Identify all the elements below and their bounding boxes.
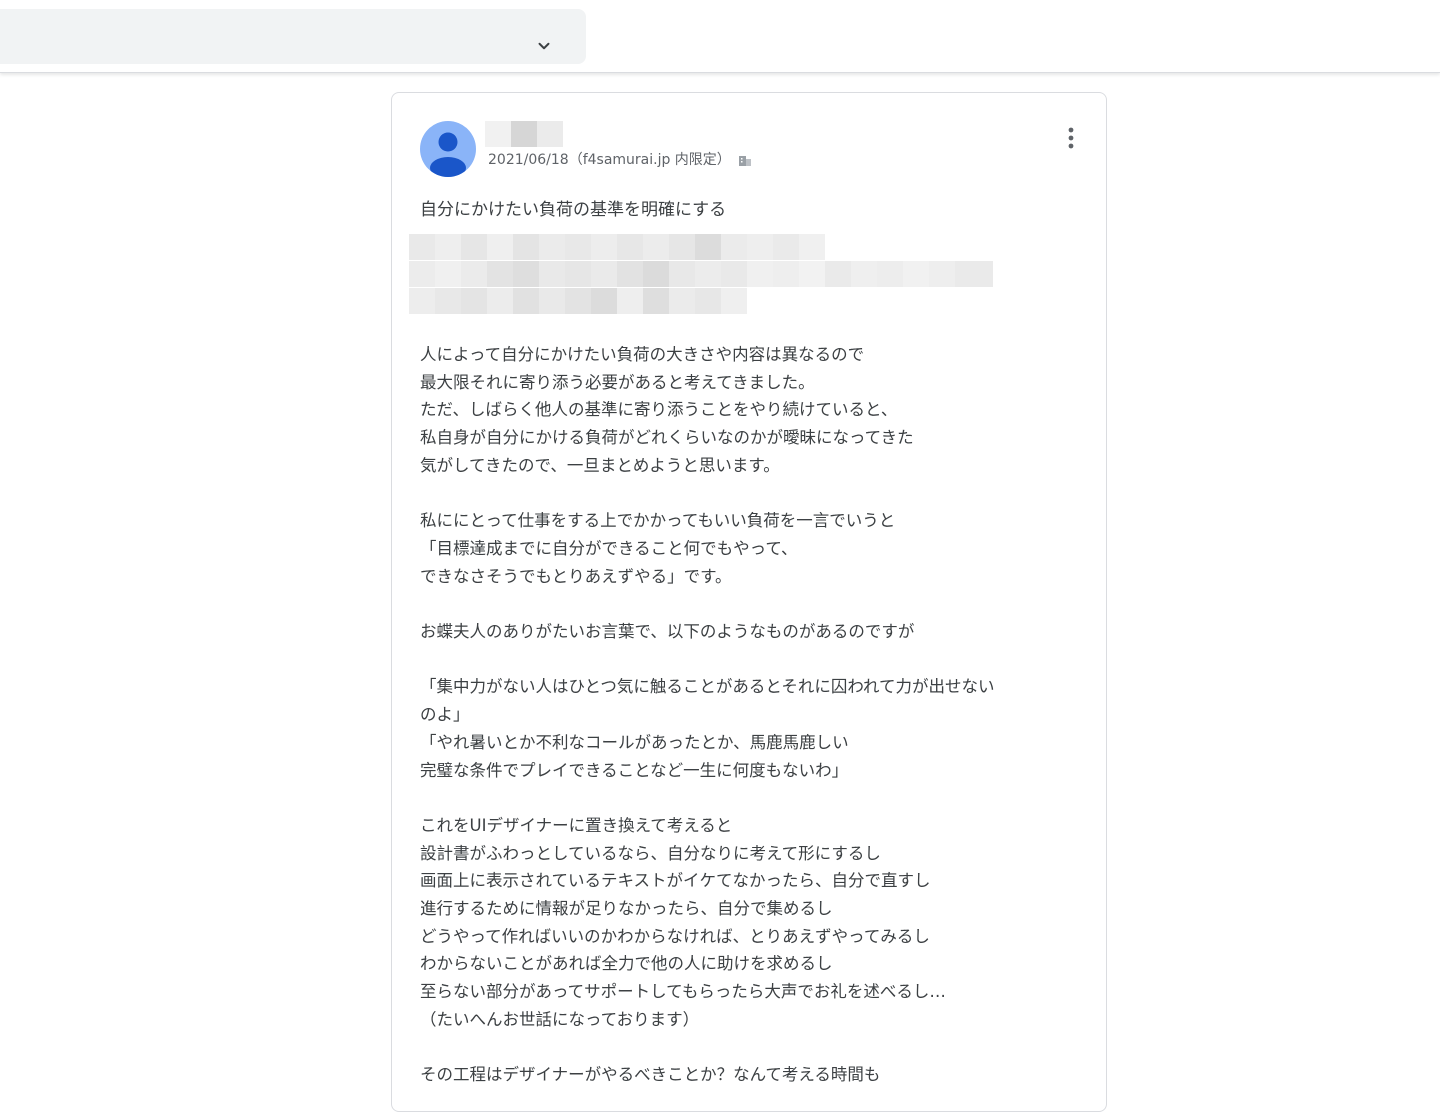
post-body-line: 気がしてきたので、一旦まとめようと思います。 bbox=[420, 455, 780, 475]
person-avatar-icon[interactable] bbox=[420, 121, 476, 177]
post-body-line: ただ、しばらく他人の基準に寄り添うことをやり続けていると、 bbox=[420, 400, 898, 420]
post-body-line: 完璧な条件でプレイできることなど一生に何度もないわ」 bbox=[420, 760, 849, 780]
post-body-line: 最大限それに寄り添う必要があると考えてきました。 bbox=[420, 372, 815, 392]
post-body-line: 「目標達成までに自分ができること何でもやって、 bbox=[420, 538, 798, 558]
post-body-line: わからないことがあれば全力で他の人に助けを求めるし bbox=[420, 954, 833, 974]
post-body-line: その工程はデザイナーがやるべきことか？なんて考える時間も bbox=[420, 1065, 881, 1085]
post-title: 自分にかけたい負荷の基準を明確にする bbox=[420, 200, 727, 220]
post-date-visibility: 2021/06/18（f4samurai.jp 内限定） bbox=[488, 152, 731, 168]
post-body-line: のよ」 bbox=[420, 705, 470, 725]
post-body: 人によって自分にかけたい負荷の大きさや内容は異なるので 最大限それに寄り添う必要… bbox=[420, 341, 1100, 1089]
post-card: 2021/06/18（f4samurai.jp 内限定） 自分にかけたい負荷の基… bbox=[391, 92, 1107, 1112]
post-body-line: 進行するために情報が足りなかったら、自分で集めるし bbox=[420, 899, 833, 919]
author-name-redacted[interactable] bbox=[485, 121, 563, 147]
dropdown-select[interactable] bbox=[0, 9, 586, 64]
building-icon bbox=[738, 156, 751, 166]
post-body-line: 私ににとって仕事をする上でかかってもいい負荷を一言でいうと bbox=[420, 511, 896, 531]
top-bar bbox=[0, 0, 1440, 73]
post-body-line: 「やれ暑いとか不利なコールがあったとか、馬鹿馬鹿しい bbox=[420, 732, 849, 752]
chevron-down-icon[interactable] bbox=[535, 37, 553, 55]
post-body-line: 至らない部分があってサポートしてもらったら大声でお礼を述べるし… bbox=[420, 982, 946, 1002]
post-body-line: どうやって作ればいいのかわからなければ、とりあえずやってみるし bbox=[420, 926, 930, 946]
post-meta: 2021/06/18（f4samurai.jp 内限定） bbox=[488, 149, 751, 169]
post-body-line: 私自身が自分にかける負荷がどれくらいなのかが曖昧になってきた bbox=[420, 428, 914, 448]
post-body-line: 「集中力がない人はひとつ気に触ることがあるとそれに囚われて力が出せない bbox=[420, 677, 995, 697]
more-vert-icon[interactable] bbox=[1058, 125, 1084, 151]
post-body-line: （たいへんお世話になっております） bbox=[420, 1009, 700, 1029]
post-body-line: これをUIデザイナーに置き換えて考えると bbox=[420, 815, 733, 835]
redacted-content-block bbox=[409, 234, 993, 314]
post-body-line: お蝶夫人のありがたいお言葉で、以下のようなものがあるのですが bbox=[420, 622, 915, 642]
post-body-line: できなさそうでもとりあえずやる」です。 bbox=[420, 566, 732, 586]
post-body-line: 画面上に表示されているテキストがイケてなかったら、自分で直すし bbox=[420, 871, 931, 891]
post-body-line: 人によって自分にかけたい負荷の大きさや内容は異なるので bbox=[420, 345, 865, 364]
post-body-line: 設計書がふわっとしているなら、自分なりに考えて形にするし bbox=[420, 843, 881, 863]
